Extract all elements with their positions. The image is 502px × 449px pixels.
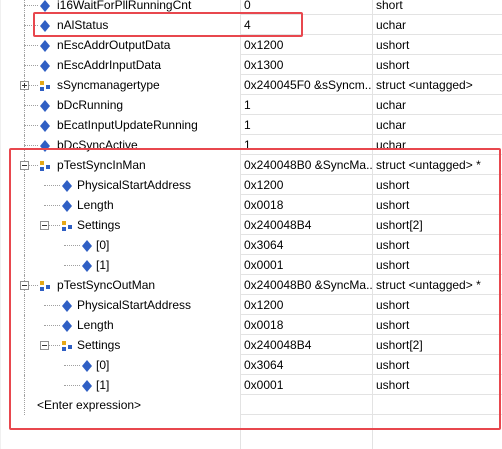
field-icon — [38, 99, 50, 112]
watch-name: bEcatInputUpdateRunning — [57, 118, 198, 132]
tree-connector — [24, 65, 38, 66]
tree-connector — [24, 125, 38, 126]
watch-name: sSyncmanagertype — [57, 78, 160, 92]
annotation-highlight-syncman — [9, 148, 501, 430]
watch-row[interactable]: bEcatInputUpdateRunning 1 uchar — [0, 115, 502, 135]
watch-type: struct <untagged> — [376, 78, 473, 92]
watch-value[interactable]: 1 — [240, 115, 372, 135]
watch-type: uchar — [376, 98, 407, 112]
watch-row[interactable]: nEscAddrInputData 0x1300 ushort — [0, 55, 502, 75]
watch-value[interactable]: 0x1200 — [240, 35, 372, 55]
tree-connector — [24, 35, 25, 55]
watch-type: ushort — [376, 58, 410, 72]
tree-connector — [24, 15, 25, 35]
field-icon — [38, 0, 50, 12]
field-icon — [38, 119, 50, 132]
tree-connector — [24, 115, 25, 135]
field-icon — [38, 59, 50, 72]
watch-row[interactable]: sSyncmanagertype 0x240045F0 &sSyncm... str… — [0, 75, 502, 95]
field-icon — [38, 39, 50, 52]
expand-toggle[interactable] — [20, 81, 29, 90]
watch-type: uchar — [376, 18, 407, 32]
tree-connector — [24, 0, 25, 15]
watch-name: nEscAddrOutputData — [57, 38, 171, 52]
tree-connector — [24, 55, 25, 75]
watch-value[interactable]: 1 — [240, 95, 372, 115]
tree-connector — [24, 95, 25, 115]
tree-connector — [24, 105, 38, 106]
watch-name: nEscAddrInputData — [57, 58, 162, 72]
watch-value[interactable]: 0x240045F0 &sSyncm... — [240, 75, 372, 95]
annotation-highlight-nalstatus — [33, 12, 303, 37]
tree-connector — [24, 45, 38, 46]
watch-type: uchar — [376, 118, 407, 132]
watch-type: ushort — [376, 38, 410, 52]
tree-connector — [24, 5, 38, 6]
watch-row[interactable]: bDcRunning 1 uchar — [0, 95, 502, 115]
watch-row[interactable]: nEscAddrOutputData 0x1200 ushort — [0, 35, 502, 55]
struct-icon — [38, 79, 50, 91]
watch-name: bDcRunning — [57, 98, 124, 112]
watch-value[interactable]: 0x1300 — [240, 55, 372, 75]
tree-connector — [24, 145, 38, 146]
watch-type: short — [376, 0, 403, 12]
